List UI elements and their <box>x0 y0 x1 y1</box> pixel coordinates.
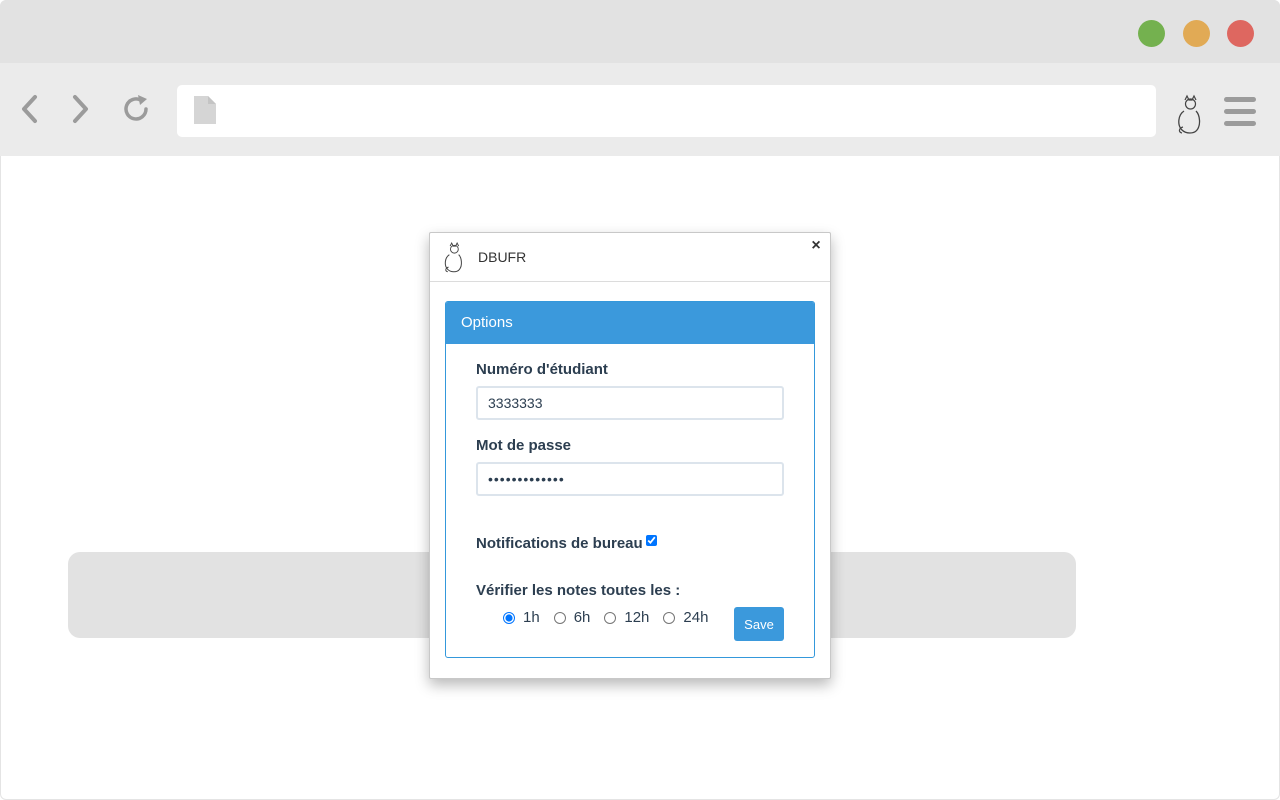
back-button[interactable] <box>12 91 48 127</box>
radio-interval-12h[interactable]: 12h <box>604 609 649 626</box>
notifications-row: Notifications de bureau <box>476 535 657 552</box>
radio-button[interactable] <box>663 611 676 624</box>
save-button[interactable]: Save <box>734 607 784 641</box>
extension-popup: DBUFR × Options Numéro d'étudiant Mot de… <box>429 232 831 679</box>
browser-toolbar <box>0 63 1280 156</box>
radio-label: 1h <box>523 609 540 626</box>
notifications-checkbox[interactable] <box>645 535 657 546</box>
interval-radio-group: 1h 6h 12h 24h <box>503 609 722 626</box>
radio-button[interactable] <box>553 611 566 624</box>
forward-button[interactable] <box>62 91 98 127</box>
close-icon[interactable]: × <box>807 237 825 255</box>
student-number-label: Numéro d'étudiant <box>476 361 608 378</box>
radio-interval-24h[interactable]: 24h <box>663 609 708 626</box>
radio-interval-1h[interactable]: 1h <box>503 609 540 626</box>
check-interval-label: Vérifier les notes toutes les : <box>476 582 681 599</box>
radio-interval-6h[interactable]: 6h <box>553 609 591 626</box>
reload-button[interactable] <box>118 91 154 127</box>
popup-title: DBUFR <box>478 249 527 265</box>
minimize-button[interactable] <box>1183 20 1210 47</box>
title-bar <box>0 0 1280 63</box>
chevron-right-icon <box>73 95 88 123</box>
address-bar[interactable] <box>177 85 1156 137</box>
hamburger-menu-icon[interactable] <box>1222 97 1258 127</box>
radio-label: 24h <box>683 609 709 626</box>
options-panel: Options Numéro d'étudiant Mot de passe N… <box>445 301 815 658</box>
maximize-button[interactable] <box>1138 20 1165 47</box>
radio-label: 6h <box>573 609 591 626</box>
panel-heading: Options <box>446 302 814 344</box>
radio-button[interactable] <box>503 611 515 624</box>
reload-icon <box>124 95 148 121</box>
chevron-left-icon <box>22 95 37 123</box>
radio-label: 12h <box>624 609 650 626</box>
browser-window: DBUFR × Options Numéro d'étudiant Mot de… <box>0 0 1280 800</box>
popup-header: DBUFR × <box>430 233 830 282</box>
student-number-input[interactable] <box>476 386 784 420</box>
notifications-label: Notifications de bureau <box>476 535 643 552</box>
extension-cat-icon[interactable] <box>1172 93 1208 135</box>
password-label: Mot de passe <box>476 437 572 454</box>
close-window-button[interactable] <box>1227 20 1254 47</box>
page-icon <box>194 96 216 124</box>
radio-button[interactable] <box>604 611 617 624</box>
extension-cat-icon <box>444 241 462 273</box>
password-input[interactable] <box>476 462 784 496</box>
